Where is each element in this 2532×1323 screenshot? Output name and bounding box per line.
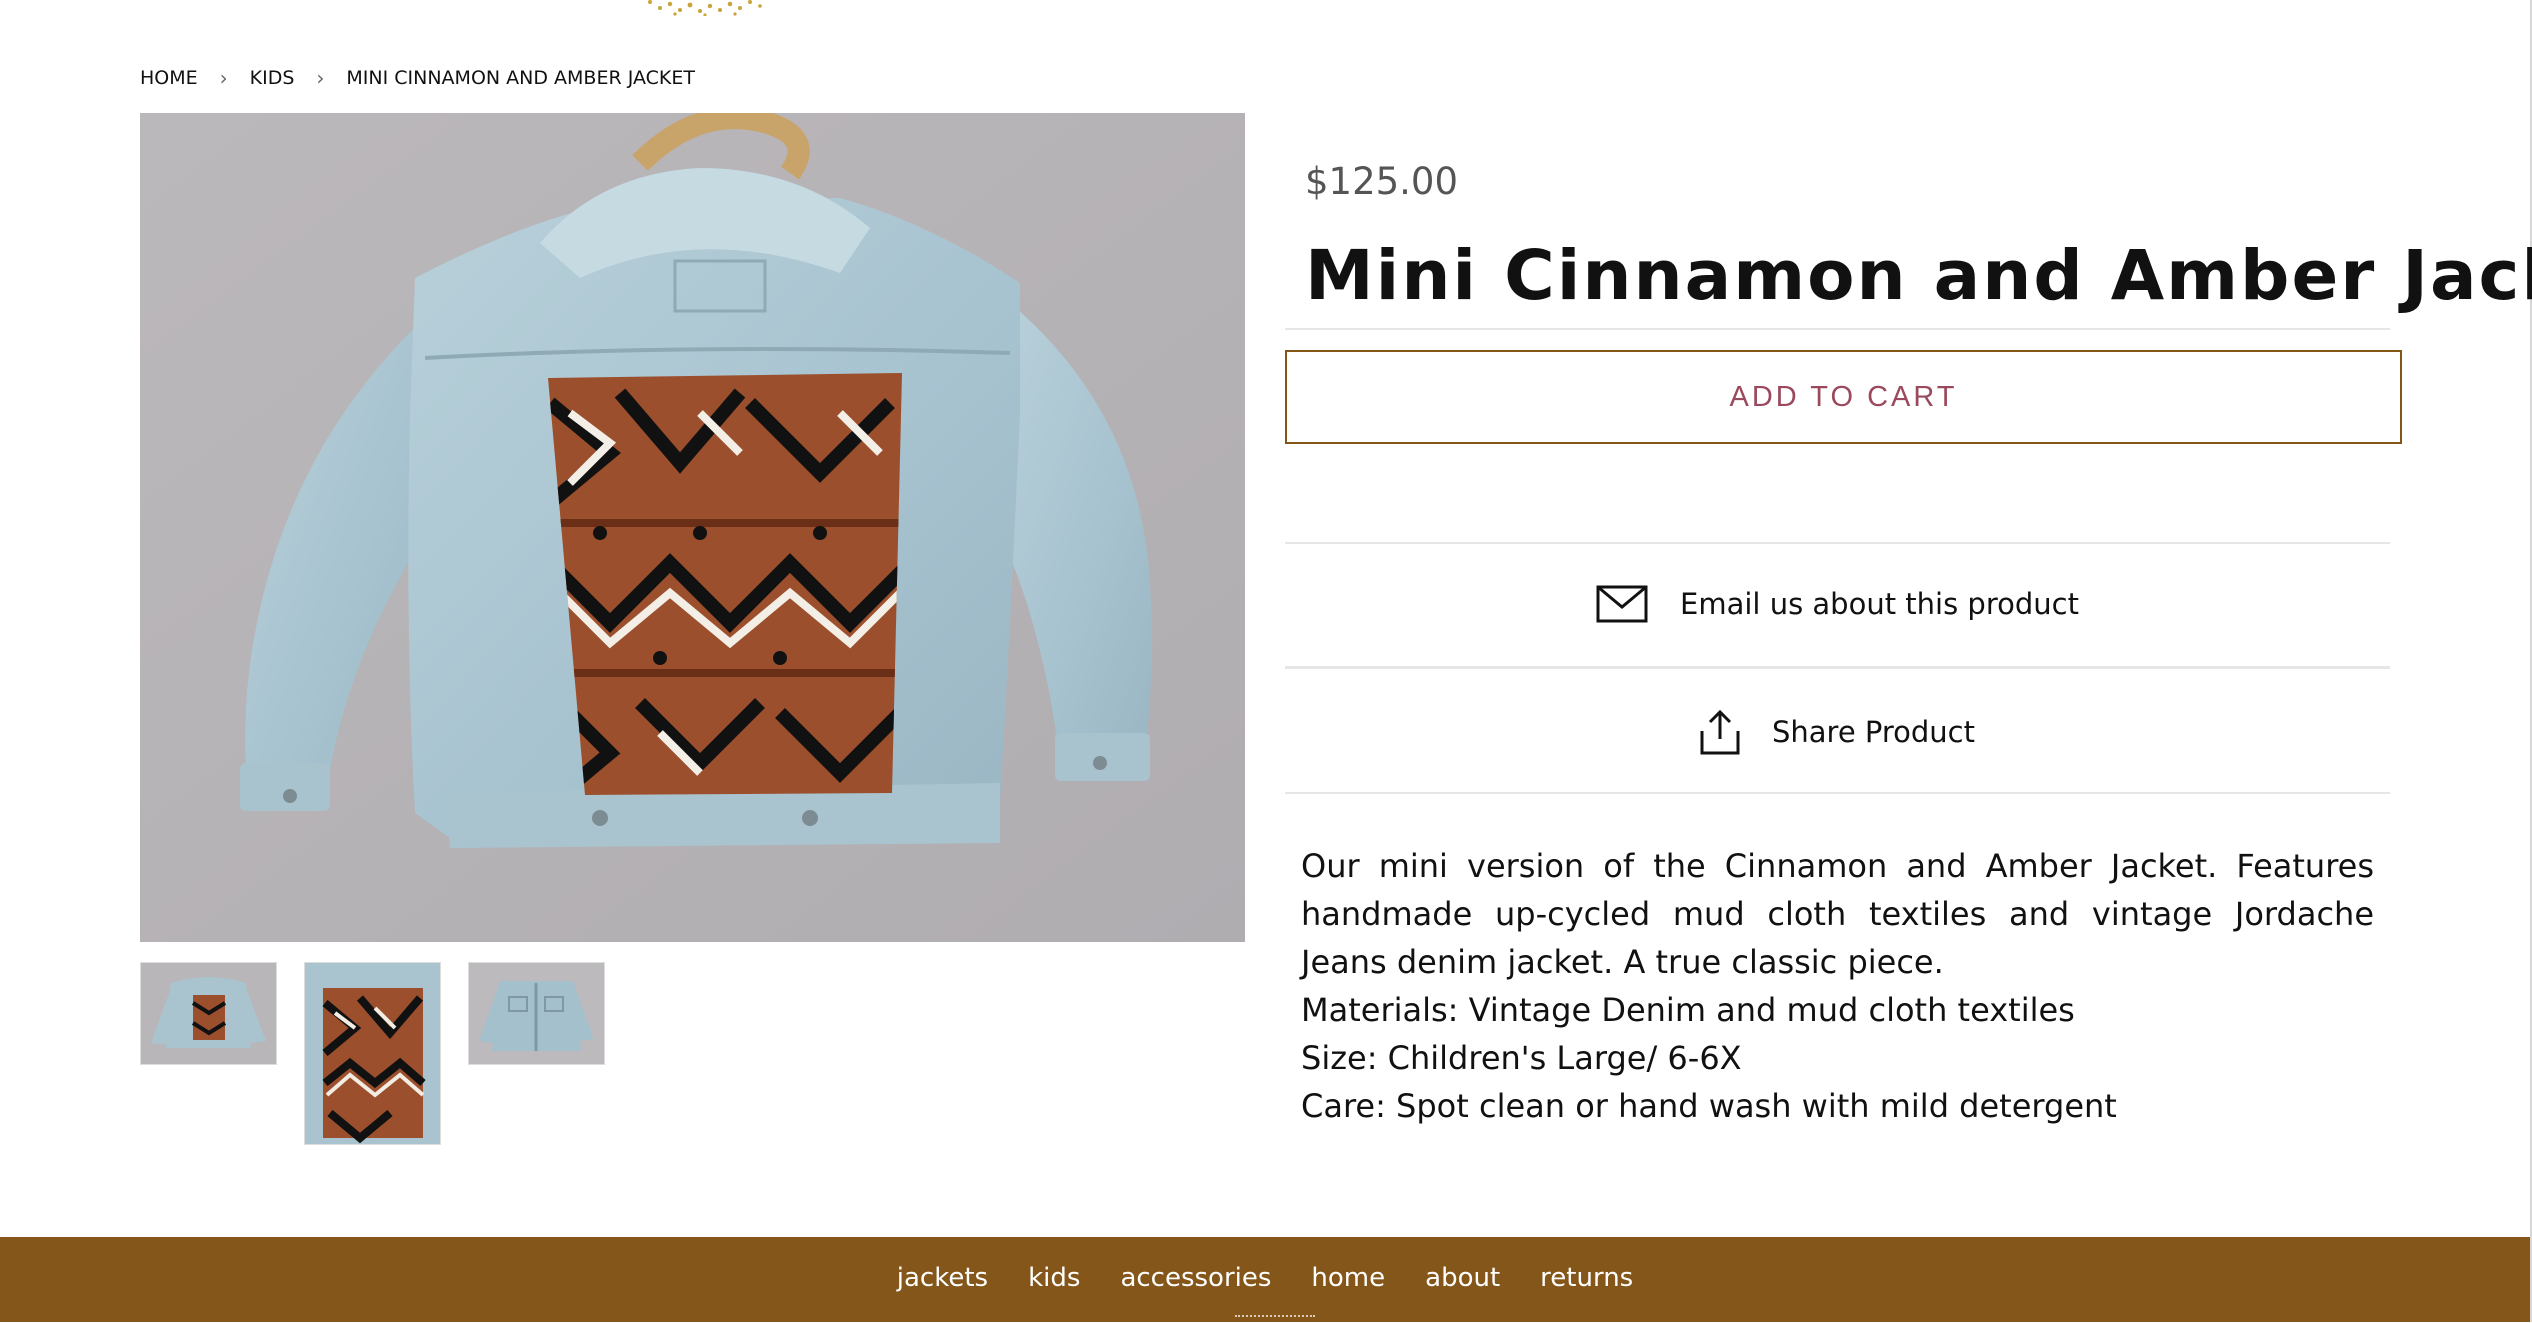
footer-link-returns[interactable]: returns <box>1540 1263 1633 1293</box>
site-footer: jackets kids accessories home about retu… <box>0 1237 2530 1322</box>
chevron-right-icon: › <box>219 66 228 90</box>
footer-link-about[interactable]: about <box>1425 1263 1500 1293</box>
footer-link-kids[interactable]: kids <box>1028 1263 1080 1293</box>
product-thumbnail-3[interactable] <box>468 962 605 1065</box>
product-thumbnail-2[interactable] <box>304 962 441 1145</box>
description-materials: Materials: Vintage Denim and mud cloth t… <box>1301 991 2075 1029</box>
footer-link-jackets[interactable]: jackets <box>897 1263 988 1293</box>
breadcrumb-kids-link[interactable]: KIDS <box>250 67 295 89</box>
product-title: Mini Cinnamon and Amber Jacket <box>1305 236 2532 316</box>
footer-link-accessories[interactable]: accessories <box>1120 1263 1271 1293</box>
breadcrumb: HOME › KIDS › MINI CINNAMON AND AMBER JA… <box>140 66 695 90</box>
divider <box>1285 792 2390 794</box>
email-about-product-label: Email us about this product <box>1680 587 2079 621</box>
share-product-button[interactable]: Share Product <box>1285 700 2390 764</box>
description-size: Size: Children's Large/ 6-6X <box>1301 1039 1742 1077</box>
breadcrumb-current-page: MINI CINNAMON AND AMBER JACKET <box>346 67 695 89</box>
chevron-right-icon: › <box>316 66 325 90</box>
divider <box>1285 542 2390 544</box>
envelope-icon <box>1596 585 1648 623</box>
description-care: Care: Spot clean or hand wash with mild … <box>1301 1087 2117 1125</box>
product-description: Our mini version of the Cinnamon and Amb… <box>1301 842 2374 1130</box>
breadcrumb-home-link[interactable]: HOME <box>140 67 198 89</box>
divider <box>1285 328 2390 330</box>
product-price: $125.00 <box>1305 160 1459 203</box>
email-about-product-link[interactable]: Email us about this product <box>1285 572 2390 636</box>
share-product-label: Share Product <box>1771 715 1975 749</box>
footer-link-home[interactable]: home <box>1311 1263 1385 1293</box>
product-main-image[interactable] <box>140 113 1245 942</box>
site-logo[interactable] <box>600 0 800 34</box>
description-intro: Our mini version of the Cinnamon and Amb… <box>1301 847 2374 981</box>
share-upload-icon <box>1700 709 1740 755</box>
add-to-cart-button[interactable]: ADD TO CART <box>1285 350 2402 444</box>
product-thumbnail-1[interactable] <box>140 962 277 1065</box>
logo-dots-graphic <box>648 0 762 16</box>
divider <box>1285 666 2390 669</box>
footer-nav: jackets kids accessories home about retu… <box>0 1263 2530 1293</box>
